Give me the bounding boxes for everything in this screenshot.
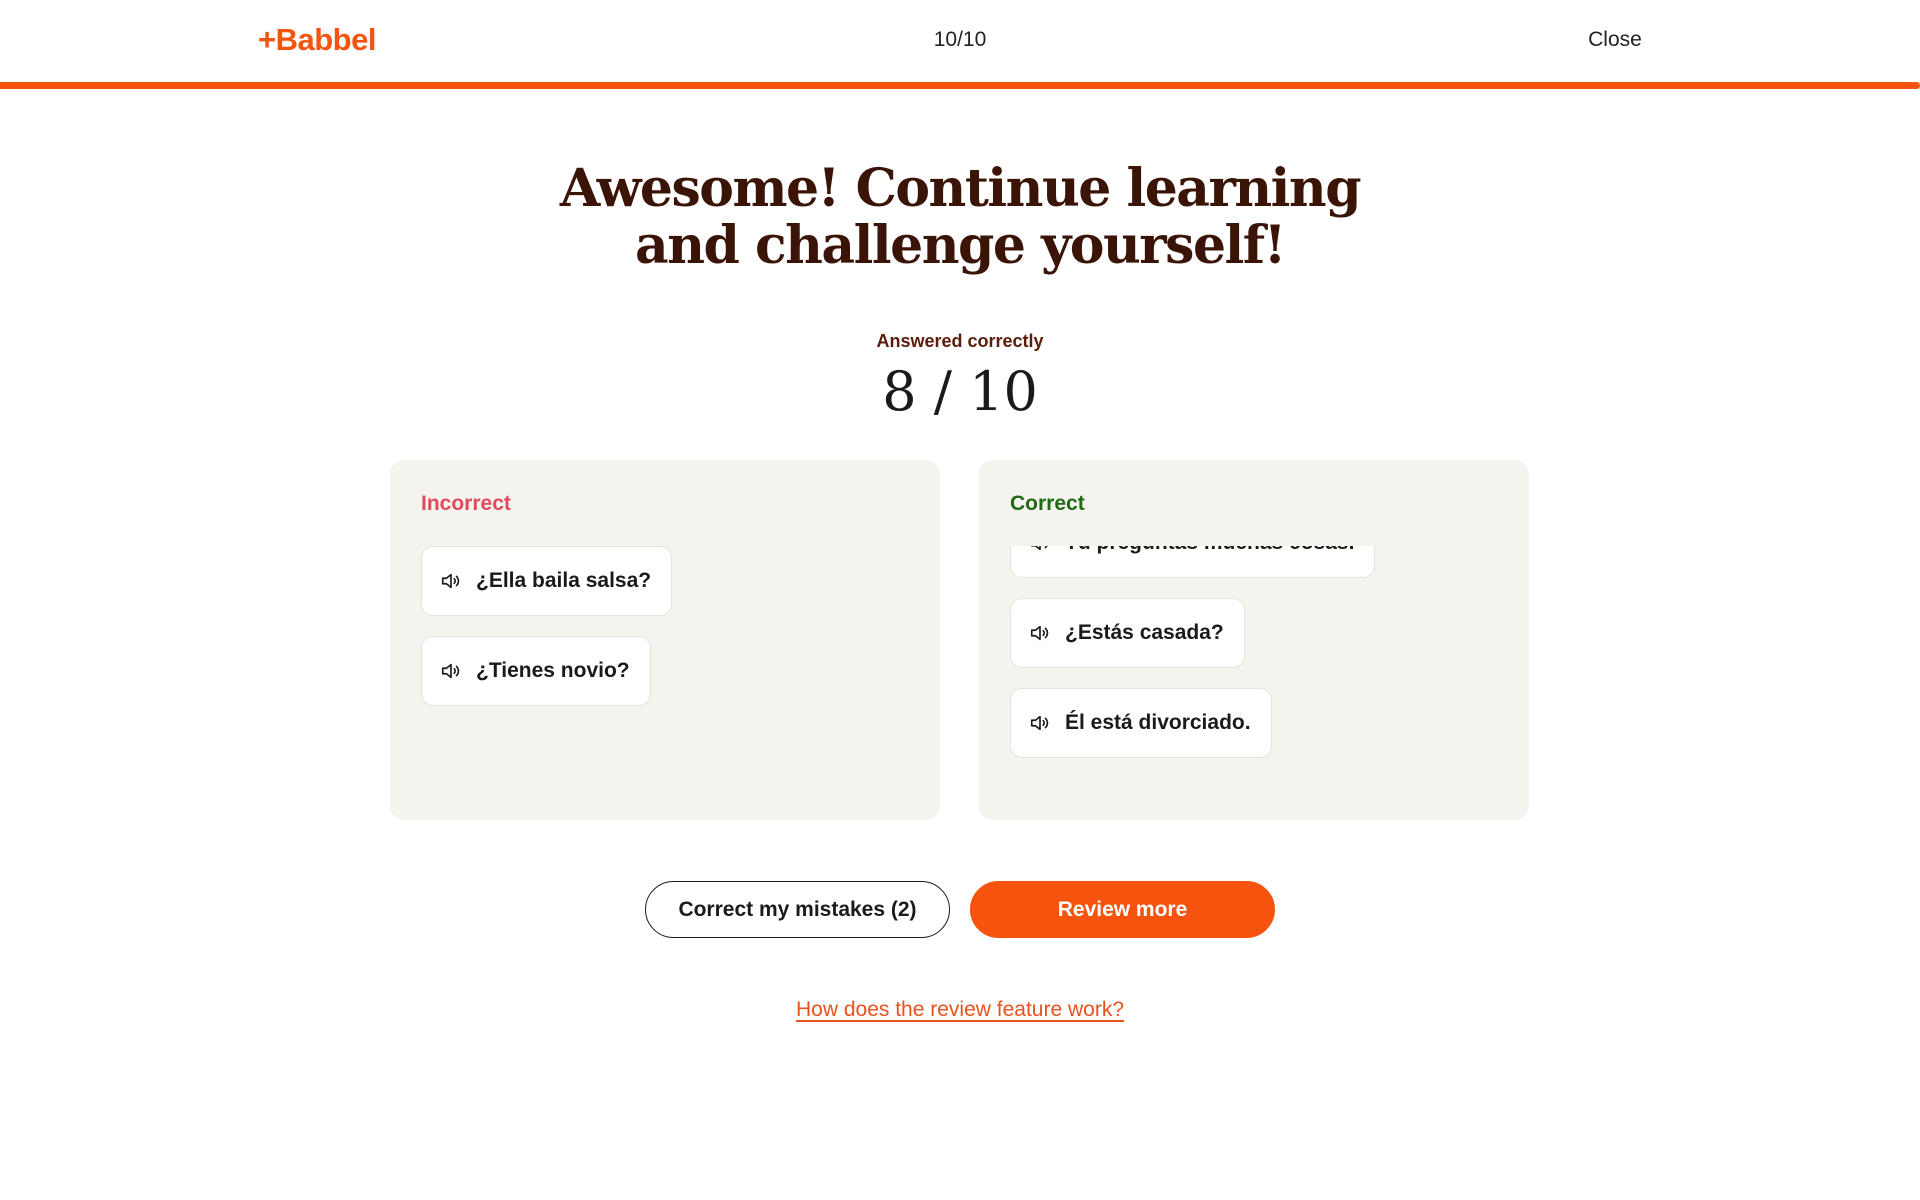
speaker-icon: [441, 573, 460, 589]
phrase-audio-chip[interactable]: ¿Estás casada?: [1010, 598, 1245, 668]
score-label: Answered correctly: [876, 331, 1044, 351]
progress-bar: [0, 82, 1920, 89]
top-bar: +Babbel 10/10 Close: [0, 0, 1920, 82]
correct-panel-title: Correct: [1010, 492, 1085, 515]
progress-bar-fill: [0, 82, 1920, 89]
babbel-logo[interactable]: +Babbel: [258, 22, 376, 58]
speaker-icon: [1030, 625, 1049, 641]
headline-line-1: Awesome! Continue learning: [559, 158, 1362, 219]
correct-panel: Correct Tú preguntas muchas cosas. ¿Estás…: [979, 460, 1529, 820]
correct-mistakes-button[interactable]: Correct my mistakes (2): [645, 881, 950, 938]
phrase-row: ¿Tienes novio?: [421, 636, 921, 726]
speaker-icon: [1030, 546, 1048, 551]
review-feature-help-link[interactable]: How does the review feature work?: [700, 998, 1220, 1022]
phrase-row: Tú preguntas muchas cosas.: [1010, 546, 1510, 598]
progress-counter: 10/10: [933, 28, 987, 51]
phrase-audio-chip[interactable]: ¿Tienes novio?: [421, 636, 651, 706]
speaker-icon: [441, 663, 460, 679]
review-more-button[interactable]: Review more: [970, 881, 1275, 938]
phrase-audio-chip[interactable]: Tú preguntas muchas cosas.: [1010, 546, 1376, 578]
phrase-text: ¿Tienes novio?: [476, 659, 630, 682]
incorrect-panel: Incorrect ¿Ella baila salsa? ¿Tienes novi…: [390, 460, 940, 820]
incorrect-panel-title: Incorrect: [421, 492, 511, 515]
headline-line-2: and challenge yourself!: [635, 215, 1286, 276]
result-headline: Awesome! Continue learning and challenge…: [460, 160, 1460, 274]
phrase-text: Él está divorciado.: [1065, 711, 1251, 734]
phrase-text: ¿Ella baila salsa?: [476, 569, 652, 592]
correct-phrase-list[interactable]: Tú preguntas muchas cosas. ¿Estás casada?…: [1010, 546, 1510, 806]
speaker-icon: [1030, 715, 1049, 731]
score-value: 8 / 10: [882, 360, 1038, 423]
phrase-audio-chip[interactable]: ¿Ella baila salsa?: [421, 546, 673, 616]
phrase-row: ¿Estás casada?: [1010, 598, 1510, 688]
phrase-row: ¿Ella baila salsa?: [421, 546, 921, 636]
phrase-row: Él está divorciado.: [1010, 688, 1510, 778]
close-button[interactable]: Close: [1560, 28, 1670, 52]
phrase-text: Tú preguntas muchas cosas.: [1065, 546, 1354, 555]
phrase-audio-chip[interactable]: Él está divorciado.: [1010, 688, 1272, 758]
incorrect-phrase-list[interactable]: ¿Ella baila salsa? ¿Tienes novio?: [421, 546, 921, 806]
phrase-text: ¿Estás casada?: [1065, 621, 1224, 644]
